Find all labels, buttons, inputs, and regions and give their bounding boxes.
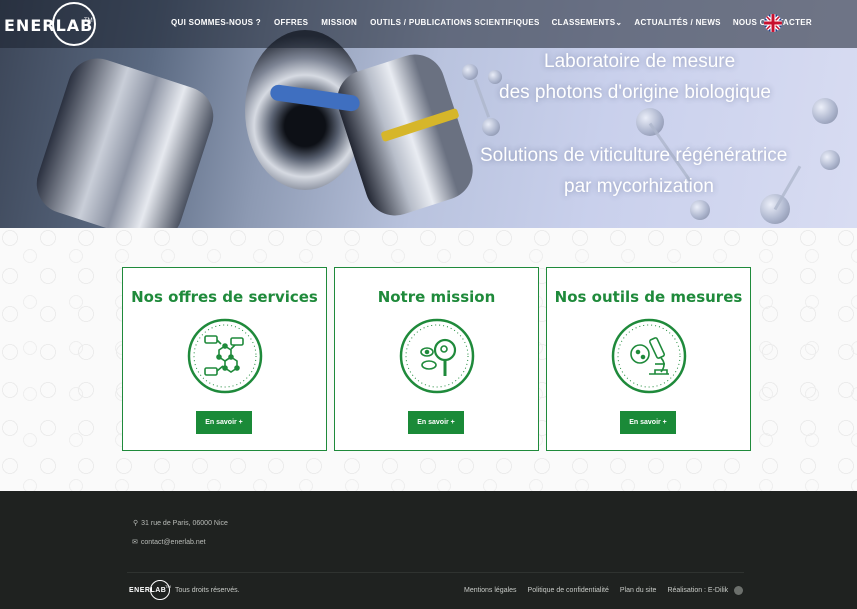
uk-flag-icon[interactable] (764, 14, 782, 32)
main-menu: QUI SOMMES-NOUS ? OFFRES MISSION OUTILS … (171, 18, 812, 27)
card-offres-services: Nos offres de services En savoir + (122, 267, 327, 451)
molecule-decoration (690, 200, 710, 220)
molecule-decoration (812, 98, 838, 124)
molecule-decoration (820, 150, 840, 170)
hero-title-line-1: Laboratoire de mesure (544, 51, 736, 72)
footer-divider (127, 572, 744, 573)
card-title: Nos offres de services (131, 288, 318, 306)
en-savoir-plus-button[interactable]: En savoir + (620, 411, 676, 434)
footer-email-text[interactable]: contact@enerlab.net (141, 539, 206, 546)
card-title: Notre mission (377, 288, 496, 306)
envelope-icon: ✉ (132, 539, 138, 546)
magnifier-cell-icon (399, 318, 475, 394)
molecule-network-icon (187, 318, 263, 394)
footer-logo-ring-icon (150, 580, 170, 600)
footer-link-politique[interactable]: Politique de confidentialité (528, 587, 609, 594)
card-outils-mesures: Nos outils de mesures En savoir + (546, 267, 751, 451)
hero-title-line-2: des photons d'origine biologique (499, 82, 771, 103)
footer-link-plan-du-site[interactable]: Plan du site (620, 587, 657, 594)
card-notre-mission: Notre mission En savoir + (334, 267, 539, 451)
nav-item-mission[interactable]: MISSION (321, 18, 357, 27)
logo-trademark: TM (84, 18, 93, 24)
footer-copyright: Tous droits réservés. (175, 587, 240, 594)
hero-subtitle-line-1: Solutions de viticulture régénératrice (480, 145, 788, 166)
footer-link-mentions-legales[interactable]: Mentions légales (464, 587, 517, 594)
footer-email[interactable]: ✉ contact@enerlab.net (132, 538, 206, 546)
footer-link-realisation[interactable]: Réalisation : E-Dilik (667, 587, 728, 594)
edilik-logo-icon[interactable] (734, 586, 743, 595)
en-savoir-plus-button[interactable]: En savoir + (196, 411, 252, 434)
footer-address-text: 31 rue de Paris, 06000 Nice (141, 520, 228, 527)
hero-subtitle-line-2: par mycorhization (564, 176, 714, 197)
molecule-decoration (482, 118, 500, 136)
footer-links: Mentions légales Politique de confidenti… (464, 587, 728, 594)
molecule-decoration (462, 64, 478, 80)
microscope-objective-image (28, 50, 222, 228)
molecule-bond-decoration (473, 78, 491, 118)
nav-item-offres[interactable]: OFFRES (274, 18, 308, 27)
en-savoir-plus-button[interactable]: En savoir + (408, 411, 464, 434)
nav-item-outils-publications[interactable]: OUTILS / PUBLICATIONS SCIENTIFIQUES (370, 18, 539, 27)
enerlab-logo[interactable]: ENERLAB TM (4, 2, 96, 46)
footer-logo[interactable]: ENERLAB TM (129, 580, 173, 600)
footer-address: ⚲ 31 rue de Paris, 06000 Nice (133, 519, 228, 527)
nav-item-actualites[interactable]: ACTUALITÉS / NEWS (634, 18, 720, 27)
top-navigation: ENERLAB TM QUI SOMMES-NOUS ? OFFRES MISS… (0, 0, 857, 48)
site-footer: ⚲ 31 rue de Paris, 06000 Nice ✉ contact@en… (0, 491, 857, 609)
nav-item-classements[interactable]: CLASSEMENTS⌄ (552, 18, 623, 27)
microscope-icon (611, 318, 687, 394)
card-title: Nos outils de mesures (554, 288, 743, 306)
footer-logo-trademark: TM (165, 584, 171, 589)
nav-item-qui-sommes-nous[interactable]: QUI SOMMES-NOUS ? (171, 18, 261, 27)
location-pin-icon: ⚲ (133, 520, 139, 527)
logo-ring-icon (52, 2, 96, 46)
